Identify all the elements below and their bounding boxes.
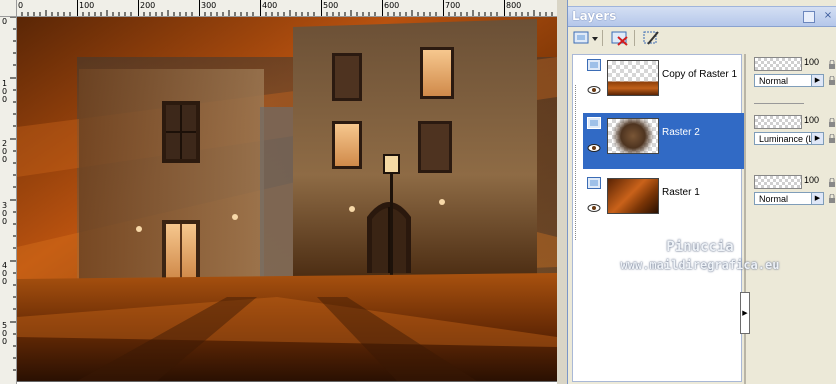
layer-props-row: 100 Normal ▶ bbox=[752, 54, 836, 110]
delete-layer-button[interactable] bbox=[610, 29, 630, 47]
ruler-label: 1 0 0 bbox=[2, 79, 8, 104]
layer-row-raster-2[interactable]: Raster 2 bbox=[583, 113, 745, 169]
watermark-line-2: www.maildiregrafica.eu bbox=[620, 258, 780, 272]
layer-name: Copy of Raster 1 bbox=[662, 69, 738, 80]
chevron-right-icon: ▶ bbox=[811, 133, 823, 144]
chevron-right-icon: ▶ bbox=[811, 75, 823, 86]
toolbar-separator bbox=[602, 30, 603, 46]
ruler-minor-ticks bbox=[21, 10, 559, 16]
layer-row-raster-1[interactable]: Raster 1 bbox=[583, 173, 745, 229]
left-ruler: 0 1 0 0 2 0 0 3 0 0 4 0 0 5 0 0 bbox=[0, 16, 17, 384]
palette-splitter[interactable] bbox=[744, 54, 746, 384]
blend-mode-value: Normal bbox=[759, 194, 789, 204]
layer-props-row: 100 Normal ▶ bbox=[752, 172, 836, 228]
divider bbox=[754, 103, 804, 104]
ruler-label: 600 bbox=[384, 1, 400, 10]
ruler-label: 2 0 0 bbox=[2, 139, 8, 164]
layer-name: Raster 1 bbox=[662, 187, 700, 198]
opacity-slider[interactable] bbox=[754, 175, 802, 189]
blend-mode-value: Luminance (L) bbox=[759, 134, 817, 144]
layer-thumbnail bbox=[607, 60, 659, 96]
ruler-corner bbox=[0, 0, 17, 17]
lock-icon[interactable] bbox=[828, 194, 836, 204]
opacity-slider[interactable] bbox=[754, 115, 802, 129]
opacity-value: 100 bbox=[804, 115, 820, 125]
watermark: Pinuccia www.maildiregrafica.eu bbox=[600, 238, 800, 274]
blend-mode-value: Normal bbox=[759, 76, 789, 86]
pin-icon[interactable] bbox=[803, 11, 815, 23]
layer-thumbnail bbox=[607, 178, 659, 214]
opacity-value: 100 bbox=[804, 57, 820, 67]
blend-mode-select[interactable]: Luminance (L) ▶ bbox=[754, 132, 824, 145]
lock-icon[interactable] bbox=[828, 60, 836, 70]
edit-layer-button[interactable] bbox=[642, 29, 662, 47]
raster-layer-icon bbox=[587, 59, 601, 71]
ruler-label: 500 bbox=[323, 1, 339, 10]
layers-palette: Layers × Copy of Raster 1 Raster 2 Raste… bbox=[567, 0, 836, 384]
ruler-label: 0 bbox=[18, 1, 24, 10]
watermark-line-1: Pinuccia bbox=[666, 239, 734, 255]
new-layer-button[interactable] bbox=[572, 29, 600, 47]
ruler-label: 5 0 0 bbox=[2, 321, 8, 346]
layer-row-copy-of-raster-1[interactable]: Copy of Raster 1 bbox=[583, 55, 745, 111]
workspace-gap bbox=[557, 0, 567, 384]
ruler-label: 4 0 0 bbox=[2, 261, 8, 286]
lock-icon[interactable] bbox=[828, 76, 836, 86]
layers-list: Copy of Raster 1 Raster 2 Raster 1 bbox=[572, 54, 745, 382]
new-layer-icon bbox=[573, 31, 598, 44]
expand-arrow-button[interactable]: ▶ bbox=[740, 292, 750, 334]
delete-layer-icon bbox=[611, 31, 628, 46]
layer-thumbnail bbox=[607, 118, 659, 154]
opacity-slider[interactable] bbox=[754, 57, 802, 71]
layers-palette-title: Layers bbox=[572, 9, 617, 23]
image-canvas[interactable] bbox=[17, 17, 558, 382]
top-ruler: 0 100 200 300 400 500 600 700 800 bbox=[0, 0, 566, 17]
layer-props-row: 100 Luminance (L) ▶ bbox=[752, 112, 836, 168]
ruler-label: 3 0 0 bbox=[2, 201, 8, 226]
eye-icon[interactable] bbox=[587, 143, 601, 153]
lock-icon[interactable] bbox=[828, 178, 836, 188]
layer-properties: 100 Normal ▶ 100 Luminance (L) ▶ 100 Nor… bbox=[752, 54, 836, 384]
opacity-value: 100 bbox=[804, 175, 820, 185]
blend-mode-select[interactable]: Normal ▶ bbox=[754, 74, 824, 87]
chevron-right-icon: ▶ bbox=[811, 193, 823, 204]
toolbar-separator bbox=[634, 30, 635, 46]
group-connector bbox=[575, 85, 577, 240]
lock-icon[interactable] bbox=[828, 118, 836, 128]
eye-icon[interactable] bbox=[587, 85, 601, 95]
ruler-label: 400 bbox=[262, 1, 278, 10]
canvas-artwork bbox=[17, 17, 557, 381]
raster-layer-icon bbox=[587, 177, 601, 189]
layer-name: Raster 2 bbox=[662, 127, 700, 138]
close-icon[interactable]: × bbox=[823, 11, 833, 21]
ruler-label: 800 bbox=[506, 1, 522, 10]
ruler-label: 100 bbox=[79, 1, 95, 10]
ruler-label: 300 bbox=[201, 1, 217, 10]
ruler-label: 0 bbox=[2, 17, 8, 26]
ruler-minor-ticks bbox=[10, 16, 16, 371]
blend-mode-select[interactable]: Normal ▶ bbox=[754, 192, 824, 205]
raster-layer-icon bbox=[587, 117, 601, 129]
layers-toolbar bbox=[568, 27, 836, 49]
ruler-label: 200 bbox=[140, 1, 156, 10]
eye-icon[interactable] bbox=[587, 203, 601, 213]
edit-brush-icon bbox=[643, 31, 659, 45]
layers-palette-titlebar[interactable]: Layers × bbox=[568, 6, 836, 27]
ruler-label: 700 bbox=[445, 1, 461, 10]
lock-icon[interactable] bbox=[828, 134, 836, 144]
